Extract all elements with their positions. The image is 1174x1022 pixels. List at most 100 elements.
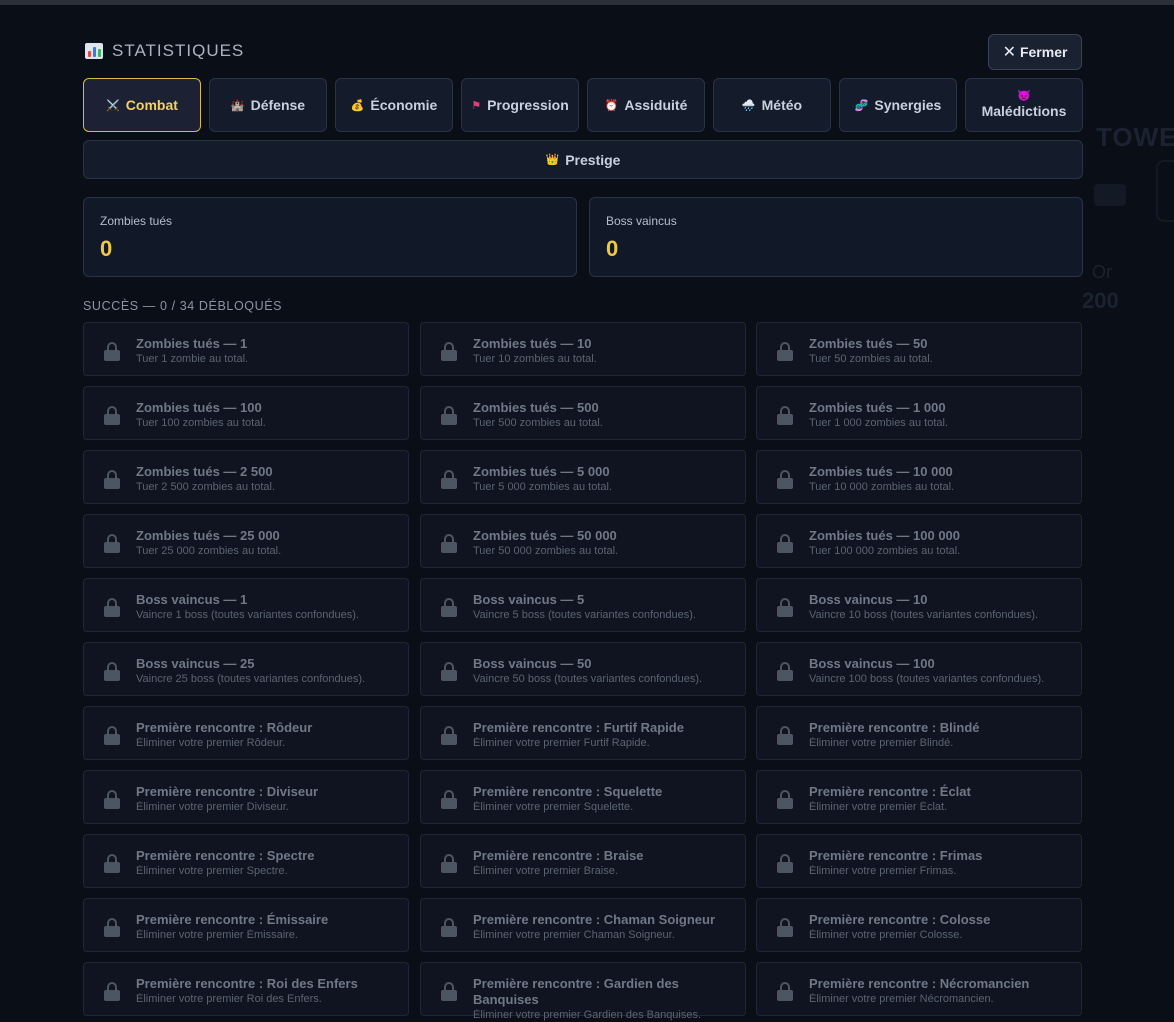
achievement-card: Première rencontre : Rôdeur Éliminer votr… bbox=[83, 706, 409, 760]
achievement-card: Première rencontre : Diviseur Éliminer vo… bbox=[83, 770, 409, 824]
achievement-card: Zombies tués — 10 000 Tuer 10 000 zombies… bbox=[756, 450, 1082, 504]
money-bag-icon: 💰 bbox=[350, 99, 365, 112]
achievement-card: Première rencontre : Colosse Éliminer vot… bbox=[756, 898, 1082, 952]
crown-icon: 👑 bbox=[545, 154, 560, 166]
tab-synergies[interactable]: 🧬 Synergies bbox=[839, 78, 957, 132]
achievement-card: Boss vaincus — 50 Vaincre 50 boss (toutes… bbox=[420, 642, 746, 696]
tab-label: Assiduité bbox=[624, 97, 688, 113]
achievement-description: Tuer 10 zombies au total. bbox=[473, 353, 597, 365]
achievement-description: Tuer 100 000 zombies au total. bbox=[809, 545, 961, 557]
tab-label: Malédictions bbox=[981, 103, 1067, 119]
achievement-card: Première rencontre : Blindé Éliminer votr… bbox=[756, 706, 1082, 760]
lock-icon bbox=[440, 854, 458, 873]
tab-meteo[interactable]: 🌧️ Météo bbox=[713, 78, 831, 132]
achievement-description: Tuer 500 zombies au total. bbox=[473, 417, 603, 429]
achievement-name: Boss vaincus — 25 bbox=[136, 656, 255, 671]
tab-label: Économie bbox=[370, 97, 438, 113]
achievement-description: Éliminer votre premier Gardien des Banqu… bbox=[473, 1009, 702, 1021]
achievement-name: Zombies tués — 100 000 bbox=[809, 528, 961, 543]
lock-icon bbox=[440, 406, 458, 425]
achievement-name: Zombies tués — 50 bbox=[809, 336, 928, 351]
achievement-card: Première rencontre : Gardien des Banquis… bbox=[420, 962, 746, 1021]
achievement-name: Première rencontre : Spectre bbox=[136, 848, 315, 863]
achievement-card: Boss vaincus — 100 Vaincre 100 boss (tout… bbox=[756, 642, 1082, 696]
tab-maledictions[interactable]: 👿 Malédictions bbox=[965, 78, 1083, 132]
achievement-name: Zombies tués — 2 500 bbox=[136, 464, 273, 479]
achievement-name: Zombies tués — 10 000 bbox=[809, 464, 953, 479]
achievement-card: Zombies tués — 1 Tuer 1 zombie au total. bbox=[83, 322, 409, 376]
lock-icon bbox=[103, 598, 121, 617]
achievement-card: Boss vaincus — 5 Vaincre 5 boss (toutes v… bbox=[420, 578, 746, 632]
achievement-name: Première rencontre : Squelette bbox=[473, 784, 663, 799]
lock-icon bbox=[776, 918, 794, 937]
close-button[interactable]: ✕ Fermer bbox=[988, 34, 1082, 70]
achievement-name: Première rencontre : Frimas bbox=[809, 848, 983, 863]
achievement-description: Tuer 50 zombies au total. bbox=[809, 353, 933, 365]
lock-icon bbox=[776, 406, 794, 425]
achievement-description: Éliminer votre premier Diviseur. bbox=[136, 801, 289, 813]
lock-icon bbox=[103, 406, 121, 425]
achievement-description: Tuer 50 000 zombies au total. bbox=[473, 545, 619, 557]
achievement-card: Zombies tués — 5 000 Tuer 5 000 zombies a… bbox=[420, 450, 746, 504]
lock-icon bbox=[103, 854, 121, 873]
achievement-name: Première rencontre : Nécromancien bbox=[809, 976, 1030, 991]
achievement-description: Éliminer votre premier Colosse. bbox=[809, 929, 963, 941]
achievement-description: Vaincre 50 boss (toutes variantes confon… bbox=[473, 673, 703, 685]
achievement-name: Zombies tués — 100 bbox=[136, 400, 262, 415]
achievement-name: Première rencontre : Furtif Rapide bbox=[473, 720, 684, 735]
tab-combat[interactable]: ⚔️ Combat bbox=[83, 78, 201, 132]
achievement-description: Vaincre 25 boss (toutes variantes confon… bbox=[136, 673, 366, 685]
achievement-description: Éliminer votre premier Émissaire. bbox=[136, 929, 298, 941]
achievement-description: Éliminer votre premier Nécromancien. bbox=[809, 993, 994, 1005]
achievement-card: Première rencontre : Squelette Éliminer v… bbox=[420, 770, 746, 824]
achievement-name: Zombies tués — 1 bbox=[136, 336, 248, 351]
lock-icon bbox=[103, 790, 121, 809]
lock-icon bbox=[103, 726, 121, 745]
achievement-card: Zombies tués — 100 Tuer 100 zombies au to… bbox=[83, 386, 409, 440]
tab-economie[interactable]: 💰 Économie bbox=[335, 78, 453, 132]
achievement-description: Éliminer votre premier Frimas. bbox=[809, 865, 957, 877]
tab-defense[interactable]: 🏰 Défense bbox=[209, 78, 327, 132]
lock-icon bbox=[776, 534, 794, 553]
achievement-card: Zombies tués — 10 Tuer 10 zombies au tota… bbox=[420, 322, 746, 376]
close-icon: ✕ bbox=[1002, 44, 1016, 61]
achievement-description: Tuer 25 000 zombies au total. bbox=[136, 545, 282, 557]
achievement-card: Boss vaincus — 1 Vaincre 1 boss (toutes v… bbox=[83, 578, 409, 632]
lock-icon bbox=[776, 598, 794, 617]
achievement-name: Zombies tués — 1 000 bbox=[809, 400, 946, 415]
achievement-name: Première rencontre : Chaman Soigneur bbox=[473, 912, 716, 927]
achievement-description: Éliminer votre premier Furtif Rapide. bbox=[473, 737, 650, 749]
achievement-name: Boss vaincus — 10 bbox=[809, 592, 928, 607]
achievement-description: Éliminer votre premier Blindé. bbox=[809, 737, 954, 749]
achievement-description: Éliminer votre premier Chaman Soigneur. bbox=[473, 929, 675, 941]
achievement-name: Zombies tués — 500 bbox=[473, 400, 599, 415]
tab-progression[interactable]: ⚑ Progression bbox=[461, 78, 579, 132]
bar-chart-icon bbox=[85, 43, 103, 59]
lock-icon bbox=[103, 342, 121, 361]
lock-icon bbox=[103, 470, 121, 489]
achievement-card: Première rencontre : Frimas Éliminer votr… bbox=[756, 834, 1082, 888]
devil-icon: 👿 bbox=[1017, 90, 1031, 102]
achievement-name: Zombies tués — 25 000 bbox=[136, 528, 280, 543]
stat-card-zombies: Zombies tués 0 bbox=[83, 197, 577, 277]
achievements-title: SUCCÈS — 0 / 34 DÉBLOQUÉS bbox=[83, 299, 283, 313]
achievement-description: Tuer 5 000 zombies au total. bbox=[473, 481, 613, 493]
tab-label: Météo bbox=[761, 97, 803, 113]
achievement-name: Première rencontre : Rôdeur bbox=[136, 720, 313, 735]
achievement-name: Zombies tués — 5 000 bbox=[473, 464, 610, 479]
achievement-name: Boss vaincus — 5 bbox=[473, 592, 585, 607]
achievement-name: Première rencontre : Émissaire bbox=[136, 912, 329, 927]
achievement-card: Boss vaincus — 25 Vaincre 25 boss (toutes… bbox=[83, 642, 409, 696]
tab-assiduite[interactable]: ⏰ Assiduité bbox=[587, 78, 705, 132]
achievement-name: Boss vaincus — 100 bbox=[809, 656, 935, 671]
tab-prestige[interactable]: 👑 Prestige bbox=[83, 140, 1083, 179]
achievement-card: Zombies tués — 25 000 Tuer 25 000 zombies… bbox=[83, 514, 409, 568]
achievement-description: Tuer 100 zombies au total. bbox=[136, 417, 266, 429]
achievement-card: Zombies tués — 50 Tuer 50 zombies au tota… bbox=[756, 322, 1082, 376]
achievement-card: Première rencontre : Émissaire Éliminer v… bbox=[83, 898, 409, 952]
achievement-name: Première rencontre : Gardien des Banquis… bbox=[473, 976, 679, 1007]
achievement-description: Éliminer votre premier Éclat. bbox=[809, 801, 948, 813]
achievement-description: Tuer 1 zombie au total. bbox=[136, 353, 249, 365]
achievement-name: Zombies tués — 10 bbox=[473, 336, 592, 351]
achievement-card: Zombies tués — 50 000 Tuer 50 000 zombies… bbox=[420, 514, 746, 568]
